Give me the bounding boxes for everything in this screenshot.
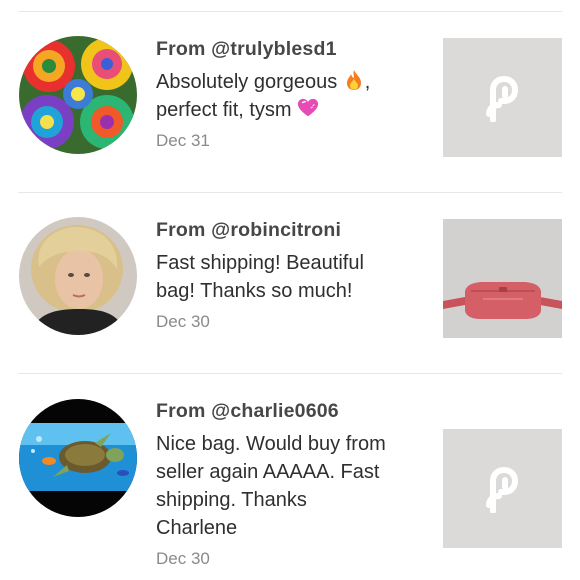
review-content: From @charlie0606 Nice bag. Would buy fr… <box>156 399 426 570</box>
woman-portrait-image <box>19 217 137 335</box>
review-text-part: , <box>364 71 371 93</box>
review-text-part: Absolutely gorgeous <box>156 71 338 93</box>
poshmark-logo-icon <box>485 75 518 122</box>
review-author[interactable]: From @trulyblesd1 <box>156 37 426 61</box>
review-text-line: bag! Thanks so much! <box>156 280 353 302</box>
sea-turtle-image <box>19 399 137 517</box>
review-text-line: shipping. Thanks <box>156 489 307 511</box>
pink-belt-bag-image <box>443 219 562 338</box>
poshmark-logo-icon <box>485 466 518 513</box>
review-author[interactable]: From @charlie0606 <box>156 399 426 423</box>
review-text: Fast shipping! Beautiful bag! Thanks so … <box>156 249 426 305</box>
divider <box>18 192 562 193</box>
listing-thumbnail[interactable] <box>443 429 562 548</box>
divider <box>18 373 562 374</box>
review-text-line: seller again AAAAA. Fast <box>156 461 380 483</box>
avatar[interactable] <box>19 399 137 517</box>
review-date: Dec 30 <box>156 549 210 568</box>
avatar[interactable] <box>19 36 137 154</box>
heart-icon <box>298 98 319 117</box>
review-date: Dec 31 <box>156 131 210 150</box>
review-author[interactable]: From @robincitroni <box>156 218 426 242</box>
review-content: From @robincitroni Fast shipping! Beauti… <box>156 218 426 333</box>
review-text-line: Fast shipping! Beautiful <box>156 252 364 274</box>
review-date: Dec 30 <box>156 312 210 331</box>
listing-thumbnail[interactable] <box>443 38 562 157</box>
review-text-part: perfect fit, tysm <box>156 99 292 121</box>
review-text-line: Charlene <box>156 517 238 539</box>
review-text: Nice bag. Would buy from seller again AA… <box>156 430 426 542</box>
fire-icon <box>346 70 361 90</box>
divider-top <box>18 11 562 12</box>
review-text: Absolutely gorgeous , perfect fit, tysm <box>156 68 426 124</box>
rainbow-roses-image <box>19 36 137 154</box>
review-text-line: Nice bag. Would buy from <box>156 433 386 455</box>
review-content: From @trulyblesd1 Absolutely gorgeous , … <box>156 37 426 152</box>
listing-thumbnail[interactable] <box>443 219 562 338</box>
avatar[interactable] <box>19 217 137 335</box>
